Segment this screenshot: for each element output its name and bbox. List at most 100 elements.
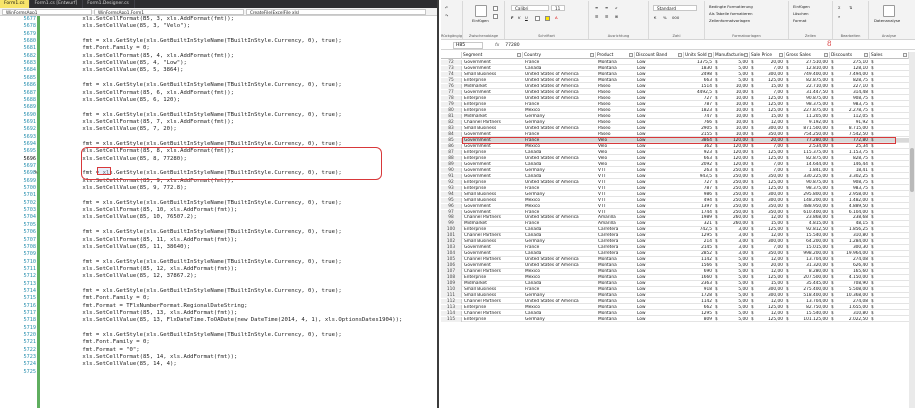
table-cell[interactable]: Montana — [597, 287, 635, 292]
table-cell[interactable]: 12,00 — [755, 257, 784, 262]
code-line[interactable]: 5679 — [0, 31, 437, 38]
table-cell[interactable]: Low — [636, 96, 684, 101]
table-cell[interactable]: Paseo — [597, 84, 635, 89]
table-cell[interactable]: $ — [870, 275, 876, 280]
table-cell[interactable]: 7,00 — [755, 144, 784, 149]
table-cell[interactable]: 295.800,00 — [790, 192, 829, 197]
table-cell[interactable]: Velo — [597, 162, 635, 167]
table-cell[interactable]: Low — [636, 114, 684, 119]
table-cell[interactable]: Montana — [597, 281, 635, 286]
table-cell[interactable]: 125,00 — [755, 102, 784, 107]
table-cell[interactable]: Government — [463, 90, 523, 95]
table-cell[interactable]: Canada — [524, 227, 596, 232]
code-line[interactable]: 5701 — [0, 192, 437, 199]
table-cell[interactable]: 518.400,00 — [790, 293, 829, 298]
table-cell[interactable]: Low — [636, 180, 684, 185]
table-cell[interactable]: 165,60 — [835, 269, 869, 274]
code-line[interactable]: 5678 xls.SetCellValue(85, 3, "Velo"); — [0, 23, 437, 30]
table-cell[interactable]: Mexico — [524, 305, 596, 310]
spreadsheet-grid[interactable]: Segment Country Product Discount Band Units … — [441, 52, 915, 408]
table-cell[interactable]: 23.868,00 — [790, 215, 829, 220]
table-row[interactable]: 115 Enterprise Germany Montana Low 809 $5,00 $1… — [441, 317, 915, 323]
table-cell[interactable]: 2.278,75 — [835, 108, 869, 113]
table-cell[interactable]: Velo — [597, 150, 635, 155]
table-cell[interactable]: VTT — [597, 174, 635, 179]
table-cell[interactable]: 300,00 — [755, 198, 784, 203]
row-number[interactable]: 82 — [441, 119, 462, 126]
table-cell[interactable]: 1295 — [684, 311, 713, 316]
column-header[interactable]: Product — [596, 52, 635, 59]
table-cell[interactable]: 12,00 — [755, 215, 784, 220]
table-cell[interactable]: 12,00 — [755, 269, 784, 274]
table-cell[interactable]: Government — [463, 66, 523, 71]
table-row[interactable]: 94 Small Business Germany VTT Low 986 $250,00 $… — [441, 191, 915, 197]
table-cell[interactable]: 321 — [684, 221, 713, 226]
table-cell[interactable]: Low — [636, 233, 684, 238]
table-cell[interactable]: 5,00 — [719, 269, 749, 274]
row-number[interactable]: 107 — [441, 269, 462, 275]
font-name-select[interactable]: Calibri — [511, 5, 549, 11]
table-cell[interactable]: Paseo — [597, 108, 635, 113]
delete-cells-button[interactable]: Löschen — [793, 11, 809, 16]
table-cell[interactable]: Low — [636, 132, 684, 137]
table-cell[interactable]: 64.200,00 — [790, 239, 829, 244]
table-cell[interactable]: 263 — [684, 168, 713, 173]
table-cell[interactable]: 10,00 — [719, 132, 749, 137]
table-cell[interactable]: Paseo — [597, 120, 635, 125]
table-cell[interactable]: 125,00 — [755, 156, 784, 161]
table-cell[interactable]: United States of America — [524, 156, 596, 161]
table-cell[interactable]: 5,00 — [719, 305, 749, 310]
table-row[interactable]: 100 Enterprise Canada Carretera Low 742,5 $3,0… — [441, 227, 915, 233]
table-cell[interactable]: United States of America — [524, 84, 596, 89]
code-line[interactable]: 5708 xls.SetCellValue(85, 11, 38640); — [0, 244, 437, 251]
thousands-icon[interactable]: 000 — [672, 15, 679, 20]
table-cell[interactable]: 2905 — [684, 126, 713, 131]
font-color-icon[interactable]: A — [555, 15, 558, 20]
table-cell[interactable]: United States of America — [524, 126, 596, 131]
align-top-icon[interactable]: ≡ — [595, 5, 598, 10]
row-number[interactable]: 93 — [441, 185, 462, 191]
table-cell[interactable]: 300,00 — [755, 72, 784, 77]
table-cell[interactable]: 1728 — [684, 293, 713, 298]
table-cell[interactable]: Low — [636, 251, 684, 256]
tab-form1-cs[interactable]: Form1.cs — [0, 0, 31, 8]
data-analysis-icon[interactable] — [883, 5, 895, 17]
table-cell[interactable]: 12.810,00 — [790, 66, 829, 71]
table-cell[interactable]: 8.715,00 — [835, 126, 869, 131]
table-cell[interactable]: 626,40 — [835, 263, 869, 268]
table-cell[interactable]: Montana — [597, 66, 635, 71]
code-line[interactable]: 5692 xls.SetCellValue(85, 7, 20); — [0, 126, 437, 133]
table-cell[interactable]: 11.205,00 — [790, 114, 829, 119]
table-cell[interactable]: Small Business — [463, 126, 523, 131]
column-header[interactable]: Units Sold — [684, 52, 714, 59]
table-cell[interactable]: 3,00 — [719, 233, 749, 238]
table-cell[interactable]: $ — [870, 168, 876, 173]
table-cell[interactable]: 2363 — [684, 281, 713, 286]
table-cell[interactable]: 1830 — [684, 66, 713, 71]
table-cell[interactable]: 250,00 — [719, 192, 749, 197]
table-cell[interactable]: Low — [636, 72, 684, 77]
row-number[interactable]: 115 — [441, 317, 462, 323]
code-line[interactable]: 5681 fmt.Font.Family = 0; — [0, 45, 437, 52]
table-cell[interactable]: Midmarket — [463, 281, 523, 286]
code-line[interactable]: 5719 — [0, 325, 437, 332]
table-cell[interactable]: VTT — [597, 192, 635, 197]
table-cell[interactable]: 871.500,00 — [790, 126, 829, 131]
table-cell[interactable]: Low — [636, 210, 684, 215]
row-number[interactable]: 81 — [441, 113, 462, 120]
row-number[interactable]: 92 — [441, 179, 462, 185]
row-number[interactable]: 80 — [441, 107, 462, 114]
table-cell[interactable]: Carretera — [597, 251, 635, 256]
table-cell[interactable]: 275,10 — [835, 60, 869, 65]
table-cell[interactable]: Mexico — [524, 198, 596, 203]
filter-dropdown-icon[interactable] — [864, 53, 868, 57]
code-line[interactable]: 5723 xls.SetCellFormat(85, 14, xls.AddFo… — [0, 354, 437, 361]
table-cell[interactable]: United States of America — [524, 263, 596, 268]
table-cell[interactable]: $ — [870, 96, 876, 101]
table-cell[interactable]: 125,00 — [755, 317, 784, 322]
table-cell[interactable]: 908,75 — [835, 180, 869, 185]
table-cell[interactable]: United States of America — [524, 96, 596, 101]
table-cell[interactable]: 4.150,00 — [835, 275, 869, 280]
row-number[interactable]: 110 — [441, 287, 462, 293]
table-cell[interactable]: Enterprise — [463, 275, 523, 280]
